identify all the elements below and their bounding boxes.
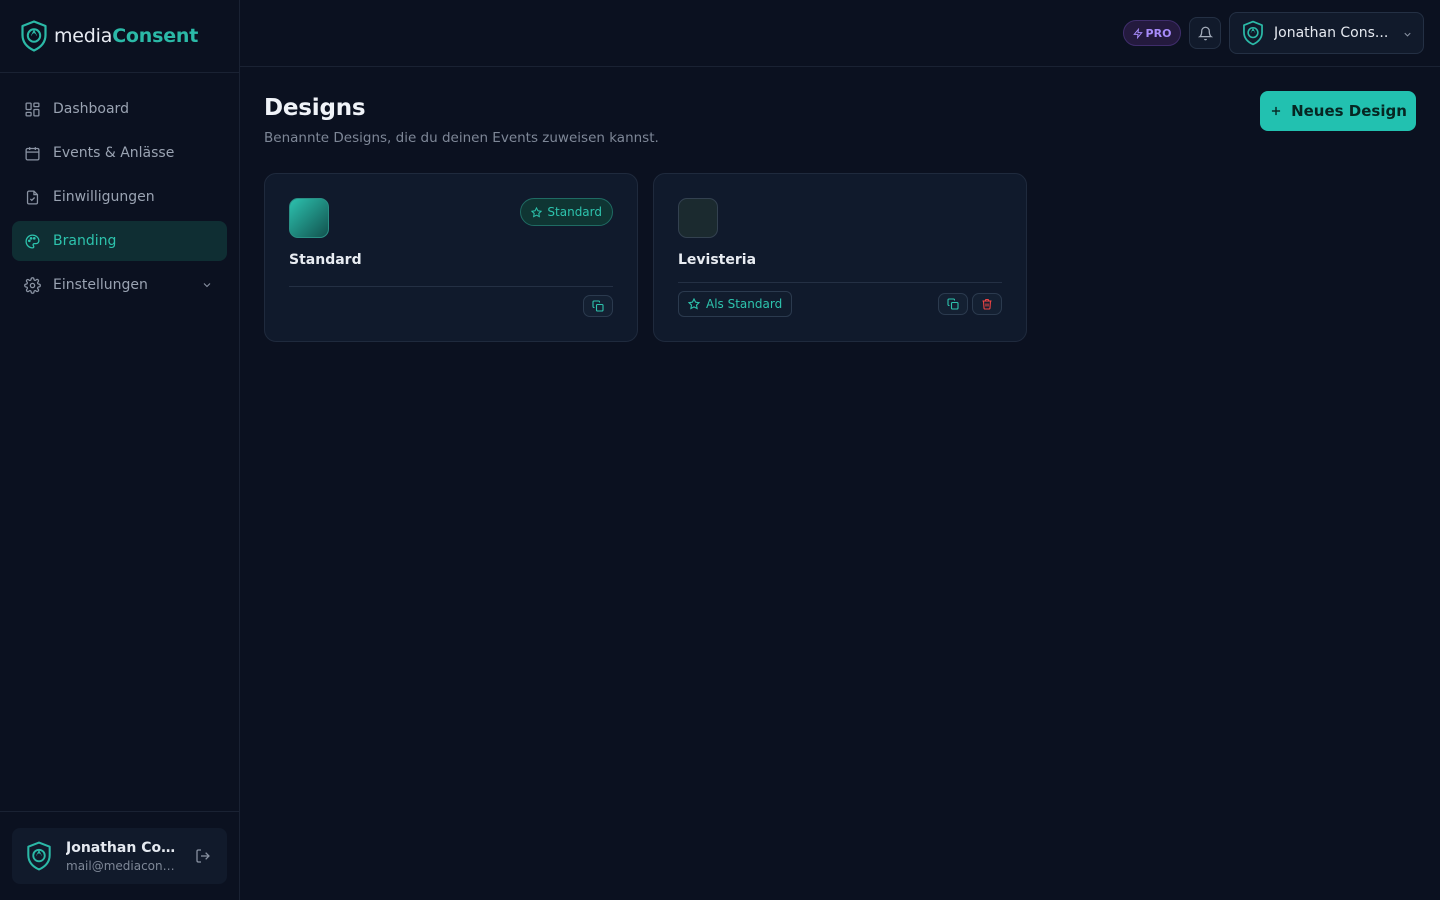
card-divider	[289, 286, 613, 287]
duplicate-button[interactable]	[938, 293, 968, 315]
design-color-swatch	[678, 198, 718, 238]
calendar-icon	[25, 146, 40, 161]
page-title: Designs	[264, 95, 366, 121]
gear-icon	[24, 276, 41, 294]
new-design-button[interactable]: Neues Design	[1260, 91, 1416, 131]
logo[interactable]: mediaConsent	[0, 0, 239, 73]
default-badge-label: Standard	[547, 205, 602, 219]
user-name: Jonathan Cons...	[66, 839, 180, 856]
sidebar-user-section: Jonathan Cons... mail@mediacons...	[0, 811, 239, 900]
account-name: Jonathan Cons...	[1274, 25, 1389, 41]
sidebar-item-label: Einstellungen	[53, 277, 148, 293]
page-subtitle: Benannte Designs, die du deinen Events z…	[264, 130, 659, 146]
chevron-down-icon	[1404, 32, 1411, 37]
duplicate-button[interactable]	[583, 295, 613, 317]
bell-icon	[1197, 26, 1213, 40]
user-card[interactable]: Jonathan Cons... mail@mediacons...	[12, 828, 227, 884]
pro-label: PRO	[1145, 26, 1172, 40]
account-menu-button[interactable]: Jonathan Cons...	[1229, 12, 1424, 54]
design-name: Standard	[289, 252, 362, 268]
sidebar-item-consents[interactable]: Einwilligungen	[12, 177, 227, 217]
set-default-button[interactable]: Als Standard	[678, 291, 793, 317]
sidebar-item-label: Branding	[53, 233, 117, 249]
star-icon	[531, 206, 543, 218]
delete-button[interactable]	[972, 293, 1002, 315]
sidebar-item-branding[interactable]: Branding	[12, 221, 227, 261]
lightning-icon	[1132, 27, 1143, 39]
logo-text: mediaConsent	[54, 25, 198, 47]
default-badge: Standard	[520, 198, 613, 226]
set-default-label: Als Standard	[706, 297, 783, 311]
new-design-label: Neues Design	[1291, 102, 1407, 120]
design-color-swatch	[289, 198, 329, 238]
copy-icon	[947, 298, 959, 310]
logout-icon[interactable]	[195, 848, 211, 864]
card-divider	[678, 282, 1002, 283]
palette-icon	[25, 233, 40, 249]
notifications-button[interactable]	[1189, 17, 1221, 49]
design-card[interactable]: Standard Standard	[264, 173, 638, 342]
logo-text-part1: media	[54, 25, 113, 47]
sidebar: mediaConsent Dashboard Events & Anlässe …	[0, 0, 240, 900]
user-email: mail@mediacons...	[66, 858, 180, 873]
plus-icon	[1271, 106, 1281, 116]
design-card[interactable]: Levisteria Als Standard	[653, 173, 1027, 342]
chevron-down-icon	[203, 283, 211, 288]
topbar: PRO Jonathan Cons...	[240, 0, 1440, 67]
sidebar-item-label: Events & Anlässe	[53, 145, 175, 161]
sidebar-item-dashboard[interactable]: Dashboard	[12, 89, 227, 129]
user-info: Jonathan Cons... mail@mediacons...	[66, 840, 180, 873]
sidebar-item-label: Dashboard	[53, 101, 129, 117]
file-check-icon	[26, 189, 39, 205]
sidebar-item-settings[interactable]: Einstellungen	[12, 265, 227, 305]
dashboard-icon	[25, 101, 40, 117]
logo-text-part2: Consent	[112, 25, 199, 47]
sidebar-item-label: Einwilligungen	[53, 189, 155, 205]
pro-badge: PRO	[1123, 20, 1181, 46]
design-name: Levisteria	[678, 252, 757, 268]
account-avatar	[1243, 20, 1263, 46]
star-icon	[688, 298, 700, 310]
avatar	[27, 841, 51, 871]
trash-icon	[982, 298, 992, 310]
copy-icon	[592, 300, 604, 312]
sidebar-item-events[interactable]: Events & Anlässe	[12, 133, 227, 173]
sidebar-nav: Dashboard Events & Anlässe Einwilligunge…	[0, 73, 239, 305]
shield-logo-icon	[21, 20, 47, 52]
